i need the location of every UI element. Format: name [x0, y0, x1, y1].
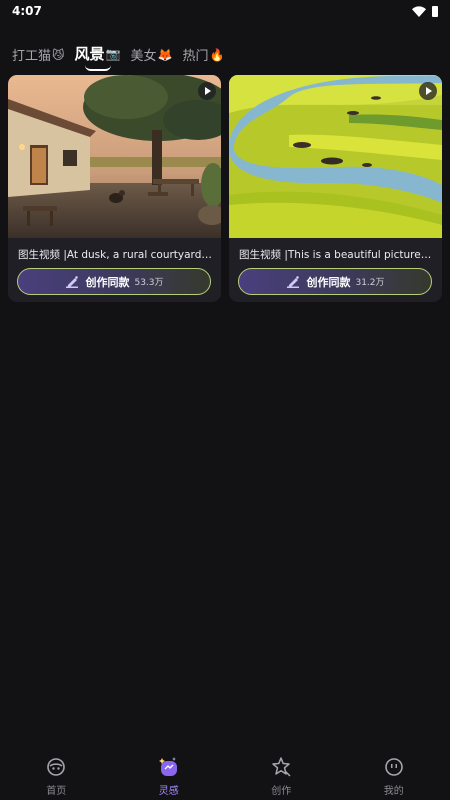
tab-label: 打工猫 — [12, 49, 52, 64]
pen-icon — [66, 275, 79, 288]
pen-icon — [287, 275, 300, 288]
courtyard-thumbnail[interactable] — [8, 75, 221, 238]
nav-profile[interactable]: 我的 — [338, 748, 450, 797]
camera-emoji-icon: 📷 — [105, 46, 121, 61]
video-card[interactable]: 图生视频 |This is a beautiful picture of ...… — [229, 75, 442, 302]
create-same-button[interactable]: 创作同款 31.2万 — [238, 268, 432, 295]
create-same-button[interactable]: 创作同款 53.3万 — [17, 268, 211, 295]
inspiration-icon — [158, 757, 177, 776]
nav-label: 首页 — [46, 786, 67, 797]
tab-fengjing[interactable]: 风景 📷 — [74, 43, 121, 71]
usage-count: 53.3万 — [134, 278, 164, 288]
nav-create[interactable]: 创作 — [225, 748, 337, 797]
tab-meinv[interactable]: 美女 🦊 — [130, 45, 173, 65]
nav-label: 创作 — [271, 786, 292, 797]
cat-emoji-icon: 😼 — [52, 47, 65, 62]
wifi-icon — [412, 5, 426, 17]
create-same-label: 创作同款 — [306, 275, 351, 289]
status-icons — [412, 5, 438, 17]
status-time: 4:07 — [12, 4, 42, 18]
home-icon — [47, 758, 66, 776]
tab-remen[interactable]: 热门 🔥 — [182, 45, 225, 65]
usage-count: 31.2万 — [355, 278, 385, 288]
tab-label: 风景 — [74, 45, 105, 63]
nav-home[interactable]: 首页 — [0, 748, 112, 797]
nav-label: 灵感 — [158, 786, 179, 797]
status-bar: 4:07 — [0, 0, 450, 22]
create-icon — [272, 757, 291, 777]
nav-label: 我的 — [383, 786, 404, 797]
tab-dagongmao[interactable]: 打工猫 😼 — [12, 45, 65, 65]
active-tab-indicator — [84, 65, 111, 71]
profile-icon — [384, 758, 403, 776]
card-title: 图生视频 |At dusk, a rural courtyard sce... — [18, 249, 213, 261]
bottom-nav: 首页 灵感 创作 我的 — [0, 748, 450, 800]
play-icon — [198, 82, 216, 100]
tab-label: 热门 — [182, 49, 209, 64]
tab-label: 美女 — [130, 49, 157, 64]
canola-river-thumbnail[interactable] — [229, 75, 442, 238]
fox-emoji-icon: 🦊 — [157, 47, 173, 62]
fire-emoji-icon: 🔥 — [209, 47, 225, 62]
play-icon — [419, 82, 437, 100]
video-card[interactable]: 图生视频 |At dusk, a rural courtyard sce... … — [8, 75, 221, 302]
create-same-label: 创作同款 — [85, 275, 130, 289]
category-tabs: 打工猫 😼 风景 📷 美女 🦊 热门 🔥 — [12, 36, 225, 71]
card-title: 图生视频 |This is a beautiful picture of ... — [239, 249, 434, 261]
battery-icon — [432, 5, 438, 17]
nav-inspiration[interactable]: 灵感 — [113, 748, 225, 797]
